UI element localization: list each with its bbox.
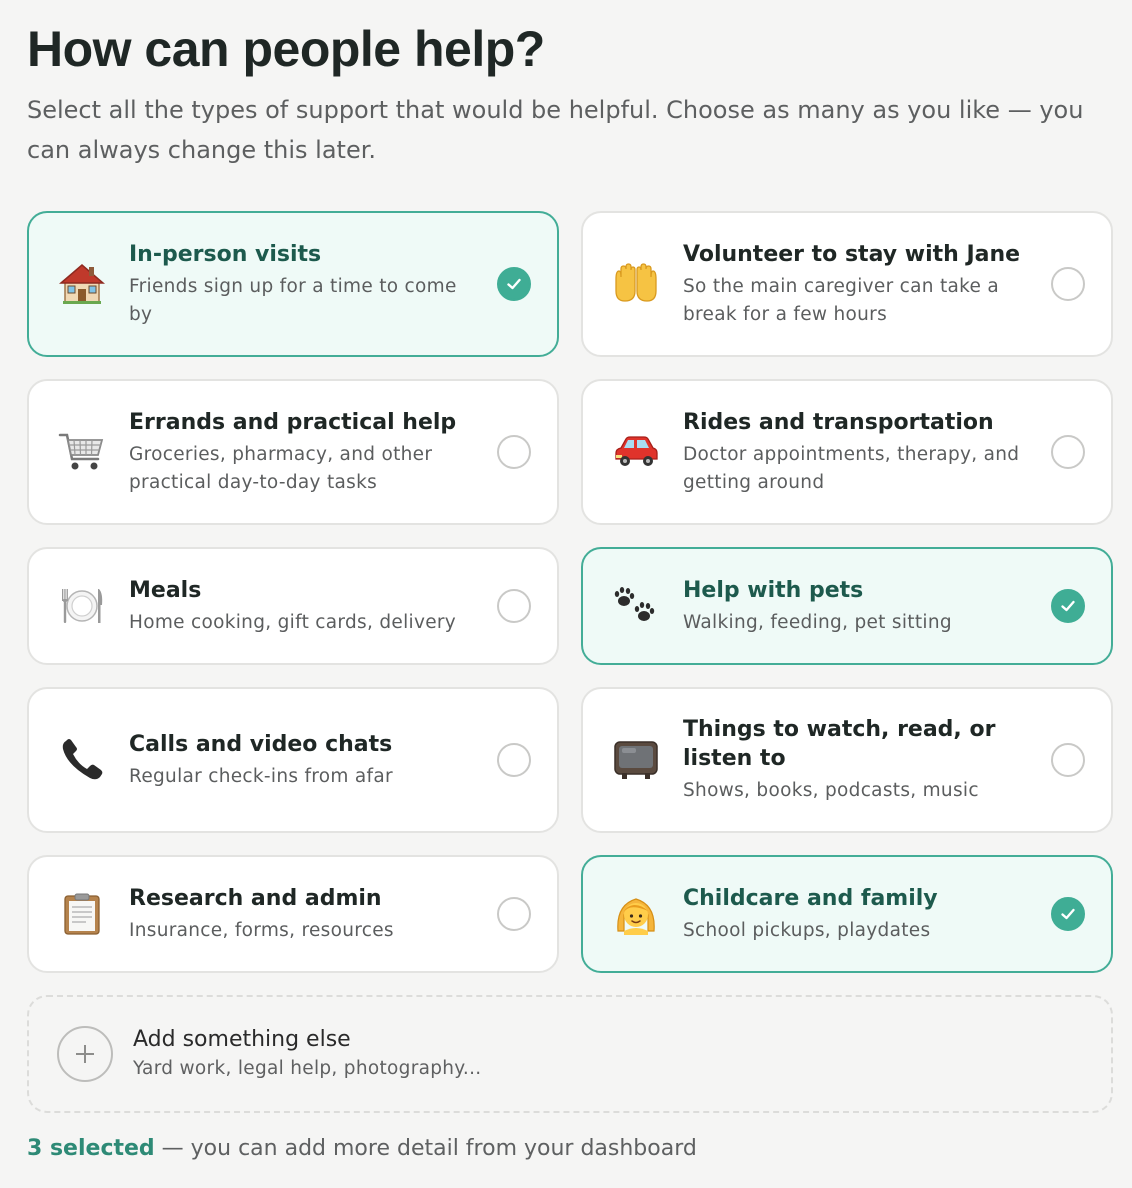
- option-description: Friends sign up for a time to come by: [129, 275, 457, 325]
- option-text: Research and admin Insurance, forms, res…: [129, 884, 497, 945]
- option-card-things-to-watch[interactable]: Things to watch, read, or listen to Show…: [581, 687, 1113, 833]
- child-icon: [609, 887, 663, 941]
- selection-checkbox[interactable]: [497, 897, 531, 931]
- page-title: How can people help?: [27, 21, 545, 77]
- selection-summary-text: — you can add more detail from your dash…: [154, 1136, 697, 1161]
- option-title: Help with pets: [683, 577, 864, 603]
- option-card-research[interactable]: Research and admin Insurance, forms, res…: [27, 855, 559, 973]
- selected-count: 3 selected: [27, 1136, 155, 1161]
- selection-checkbox[interactable]: [497, 589, 531, 623]
- add-something-else-button[interactable]: Add something else Yard work, legal help…: [27, 995, 1113, 1113]
- option-description: So the main caregiver can take a break f…: [683, 275, 1000, 325]
- raised-hands-icon: [609, 257, 663, 311]
- option-description: School pickups, playdates: [683, 919, 931, 941]
- option-description: Groceries, pharmacy, and other practical…: [129, 443, 433, 493]
- option-description: Regular check-ins from afar: [129, 765, 393, 787]
- option-title: Errands and practical help: [129, 409, 457, 435]
- option-title: Volunteer to stay with Jane: [683, 241, 1021, 267]
- option-card-rides[interactable]: Rides and transportation Doctor appointm…: [581, 379, 1113, 525]
- option-card-errands[interactable]: Errands and practical help Groceries, ph…: [27, 379, 559, 525]
- option-description: Walking, feeding, pet sitting: [683, 611, 952, 633]
- selected-checkmark-icon[interactable]: [1051, 589, 1085, 623]
- clipboard-icon: [55, 887, 109, 941]
- television-icon: [609, 733, 663, 787]
- option-text: Childcare and family School pickups, pla…: [683, 884, 1051, 945]
- support-types-page: How can people help? Select all the type…: [0, 0, 1132, 1188]
- selection-summary: 3 selected — you can add more detail fro…: [27, 1133, 697, 1165]
- option-text: Volunteer to stay with Jane So the main …: [683, 240, 1051, 329]
- option-title: Meals: [129, 577, 202, 603]
- option-title: Rides and transportation: [683, 409, 994, 435]
- option-text: In-person visits Friends sign up for a t…: [129, 240, 497, 329]
- option-card-calls[interactable]: Calls and video chats Regular check-ins …: [27, 687, 559, 833]
- add-option-description: Yard work, legal help, photography...: [133, 1058, 482, 1079]
- selection-checkbox[interactable]: [497, 743, 531, 777]
- option-card-childcare[interactable]: Childcare and family School pickups, pla…: [581, 855, 1113, 973]
- option-text: Calls and video chats Regular check-ins …: [129, 730, 497, 791]
- option-title: Research and admin: [129, 885, 382, 911]
- option-card-in-person-visits[interactable]: In-person visits Friends sign up for a t…: [27, 211, 559, 357]
- option-description: Shows, books, podcasts, music: [683, 780, 979, 801]
- car-icon: [609, 425, 663, 479]
- page-subtitle: Select all the types of support that wou…: [27, 96, 1084, 164]
- option-card-pets[interactable]: Help with pets Walking, feeding, pet sit…: [581, 547, 1113, 665]
- option-text: Things to watch, read, or listen to Show…: [683, 715, 1051, 805]
- add-option-title: Add something else: [133, 1027, 351, 1052]
- telephone-icon: [55, 733, 109, 787]
- option-description: Home cooking, gift cards, delivery: [129, 611, 457, 633]
- selection-checkbox[interactable]: [1051, 435, 1085, 469]
- selected-checkmark-icon[interactable]: [497, 267, 531, 301]
- plus-icon: [57, 1026, 113, 1082]
- option-title: Childcare and family: [683, 885, 938, 911]
- add-option-text: Add something else Yard work, legal help…: [133, 1025, 481, 1083]
- option-description: Doctor appointments, therapy, and gettin…: [683, 443, 1020, 493]
- option-text: Meals Home cooking, gift cards, delivery: [129, 576, 497, 637]
- selection-checkbox[interactable]: [497, 435, 531, 469]
- option-title: Calls and video chats: [129, 731, 393, 757]
- option-text: Help with pets Walking, feeding, pet sit…: [683, 576, 1051, 637]
- house-icon: [55, 257, 109, 311]
- support-options-grid: In-person visits Friends sign up for a t…: [27, 211, 1113, 973]
- option-card-volunteer-to-stay[interactable]: Volunteer to stay with Jane So the main …: [581, 211, 1113, 357]
- option-card-meals[interactable]: Meals Home cooking, gift cards, delivery: [27, 547, 559, 665]
- option-text: Rides and transportation Doctor appointm…: [683, 408, 1051, 497]
- plate-cutlery-icon: [55, 579, 109, 633]
- option-text: Errands and practical help Groceries, ph…: [129, 408, 497, 497]
- selected-checkmark-icon[interactable]: [1051, 897, 1085, 931]
- paw-prints-icon: [609, 579, 663, 633]
- option-title: In-person visits: [129, 241, 322, 267]
- option-title: Things to watch, read, or listen to: [683, 717, 996, 771]
- shopping-cart-icon: [55, 425, 109, 479]
- selection-checkbox[interactable]: [1051, 743, 1085, 777]
- selection-checkbox[interactable]: [1051, 267, 1085, 301]
- option-description: Insurance, forms, resources: [129, 919, 394, 941]
